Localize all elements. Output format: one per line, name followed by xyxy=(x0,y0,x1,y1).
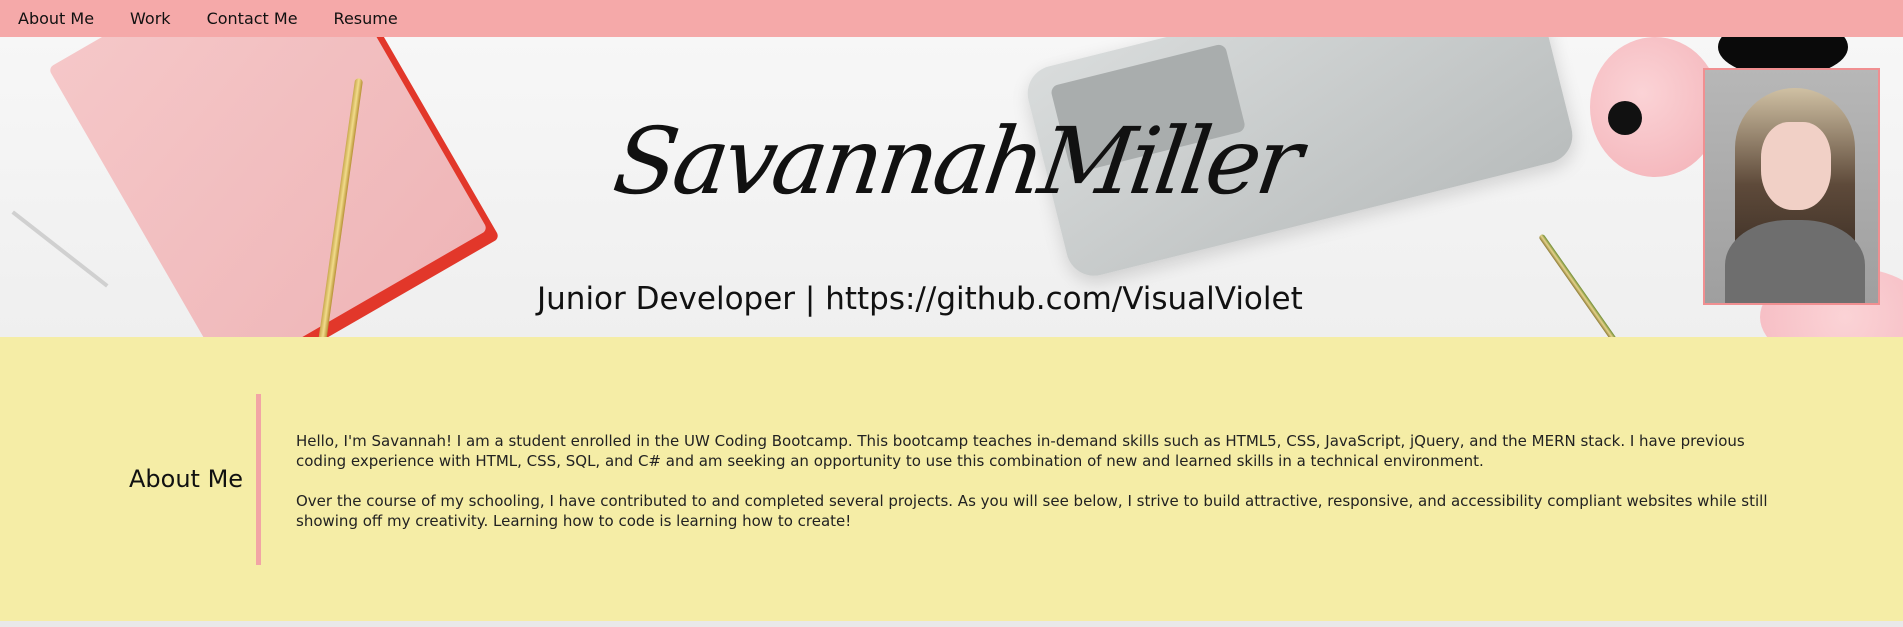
about-paragraph: Over the course of my schooling, I have … xyxy=(296,492,1768,530)
about-section: About Me Hello, I'm Savannah! I am a stu… xyxy=(0,337,1903,621)
nav-link-contact-me[interactable]: Contact Me xyxy=(207,0,298,37)
about-heading: About Me xyxy=(129,465,244,493)
about-divider xyxy=(256,394,261,565)
decor-vase xyxy=(1590,37,1720,177)
profile-photo-face xyxy=(1761,122,1831,210)
about-paragraph: Hello, I'm Savannah! I am a student enro… xyxy=(296,432,1745,470)
nav-link-work[interactable]: Work xyxy=(130,0,171,37)
decor-notebook xyxy=(48,37,488,337)
decor-vase-opening xyxy=(1608,101,1642,135)
section-separator xyxy=(0,621,1903,627)
page: About Me Work Contact Me Resume Savannah… xyxy=(0,0,1903,627)
hero-banner: SavannahMiller Junior Developer | https:… xyxy=(0,37,1903,337)
about-text: Hello, I'm Savannah! I am a student enro… xyxy=(296,431,1786,551)
decor-pen-right xyxy=(1538,233,1658,337)
name-signature: SavannahMiller xyxy=(607,108,1305,215)
nav-link-about-me[interactable]: About Me xyxy=(18,0,94,37)
profile-photo-sweater xyxy=(1725,220,1865,303)
top-navigation: About Me Work Contact Me Resume xyxy=(0,0,1903,37)
hero-subtitle: Junior Developer | https://github.com/Vi… xyxy=(537,281,1303,317)
decor-wire xyxy=(11,210,109,288)
nav-link-resume[interactable]: Resume xyxy=(334,0,398,37)
profile-photo xyxy=(1703,68,1880,305)
